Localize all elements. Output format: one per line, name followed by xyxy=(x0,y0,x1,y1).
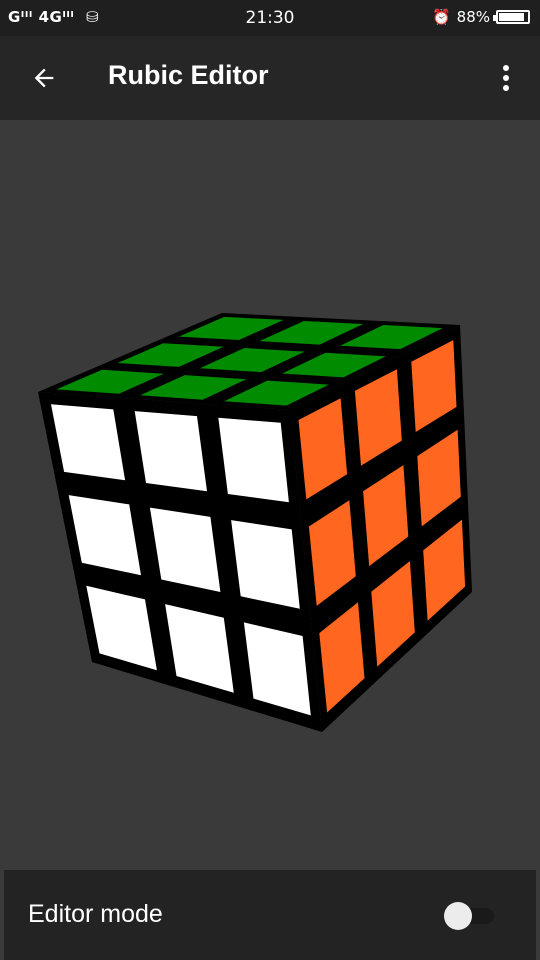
battery-icon xyxy=(493,10,530,24)
front-sticker[interactable] xyxy=(218,417,289,503)
cube-viewport[interactable] xyxy=(0,120,540,870)
back-button[interactable] xyxy=(24,58,64,98)
editor-mode-bar: Editor mode xyxy=(4,870,536,960)
arrow-left-icon xyxy=(34,68,54,88)
status-right: ⏰ 88% xyxy=(432,8,530,26)
page-title: Rubic Editor xyxy=(108,60,269,90)
editor-mode-label: Editor mode xyxy=(28,900,163,928)
more-vert-icon xyxy=(503,65,509,91)
front-sticker[interactable] xyxy=(134,411,207,492)
editor-mode-switch[interactable] xyxy=(444,902,498,930)
status-bar: Gᴵᴵᴵ 4Gᴵᴵᴵ ⛁ 21:30 ⏰ 88% xyxy=(0,0,540,36)
switch-thumb xyxy=(444,902,472,930)
front-face[interactable] xyxy=(38,392,322,732)
alarm-icon: ⏰ xyxy=(431,8,451,26)
app-toolbar: Rubic Editor xyxy=(0,36,540,120)
battery-fill xyxy=(499,13,524,21)
front-sticker[interactable] xyxy=(231,520,300,609)
rubiks-cube[interactable] xyxy=(0,120,540,870)
overflow-menu-button[interactable] xyxy=(488,58,524,98)
battery-percent: 88% xyxy=(456,8,490,26)
